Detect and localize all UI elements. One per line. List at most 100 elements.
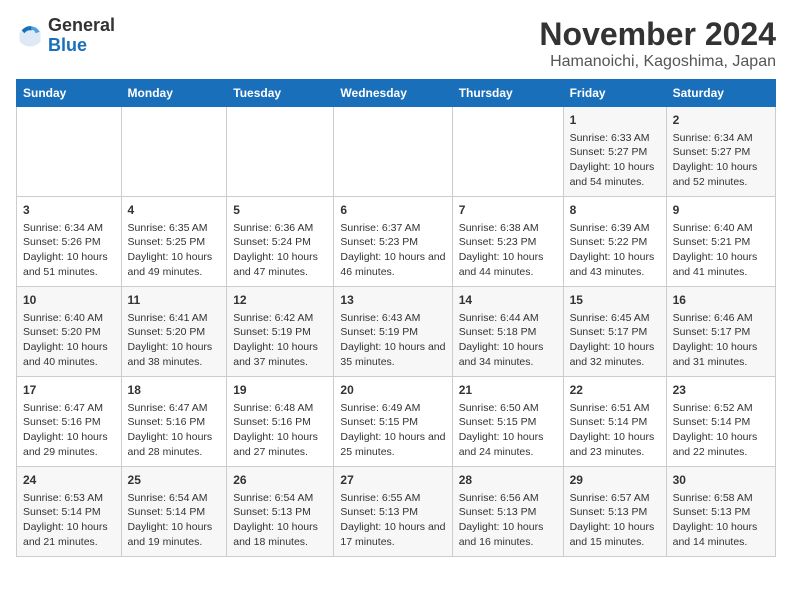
- day-number: 26: [233, 472, 327, 489]
- day-number: 11: [128, 292, 221, 309]
- day-number: 29: [570, 472, 660, 489]
- calendar-cell: 25 Sunrise: 6:54 AMSunset: 5:14 PMDayligh…: [121, 467, 227, 557]
- day-info: Sunrise: 6:46 AMSunset: 5:17 PMDaylight:…: [673, 311, 769, 370]
- day-header: Thursday: [452, 80, 563, 107]
- calendar-cell: [334, 107, 452, 197]
- calendar-cell: 27Sunrise: 6:55 AMSunset: 5:13 PMDayligh…: [334, 467, 452, 557]
- day-number: 20: [340, 382, 445, 399]
- calendar-cell: 26 Sunrise: 6:54 AMSunset: 5:13 PMDayligh…: [227, 467, 334, 557]
- calendar-cell: 23 Sunrise: 6:52 AMSunset: 5:14 PMDayligh…: [666, 377, 775, 467]
- calendar-cell: 2Sunrise: 6:34 AMSunset: 5:27 PMDaylight…: [666, 107, 775, 197]
- calendar-cell: 29 Sunrise: 6:57 AMSunset: 5:13 PMDayligh…: [563, 467, 666, 557]
- header-row: SundayMondayTuesdayWednesdayThursdayFrid…: [17, 80, 776, 107]
- day-info: Sunrise: 6:54 AMSunset: 5:14 PMDaylight:…: [128, 491, 221, 550]
- day-number: 30: [673, 472, 769, 489]
- day-info: Sunrise: 6:36 AMSunset: 5:24 PMDaylight:…: [233, 221, 327, 280]
- calendar-cell: 9Sunrise: 6:40 AMSunset: 5:21 PMDaylight…: [666, 197, 775, 287]
- page-title: November 2024: [539, 16, 776, 53]
- calendar-cell: 5 Sunrise: 6:36 AMSunset: 5:24 PMDaylight…: [227, 197, 334, 287]
- calendar-cell: 10 Sunrise: 6:40 AMSunset: 5:20 PMDayligh…: [17, 287, 122, 377]
- day-info: Sunrise: 6:56 AMSunset: 5:13 PMDaylight:…: [459, 491, 557, 550]
- day-number: 19: [233, 382, 327, 399]
- calendar-cell: [227, 107, 334, 197]
- day-header: Wednesday: [334, 80, 452, 107]
- page-header: General Blue November 2024 Hamanoichi, K…: [16, 16, 776, 71]
- day-number: 7: [459, 202, 557, 219]
- day-info: Sunrise: 6:42 AMSunset: 5:19 PMDaylight:…: [233, 311, 327, 370]
- logo-blue: Blue: [48, 35, 87, 55]
- day-header: Saturday: [666, 80, 775, 107]
- day-info: Sunrise: 6:48 AMSunset: 5:16 PMDaylight:…: [233, 401, 327, 460]
- day-info: Sunrise: 6:47 AMSunset: 5:16 PMDaylight:…: [23, 401, 115, 460]
- calendar-cell: 21Sunrise: 6:50 AMSunset: 5:15 PMDayligh…: [452, 377, 563, 467]
- day-info: Sunrise: 6:38 AMSunset: 5:23 PMDaylight:…: [459, 221, 557, 280]
- logo-general: General: [48, 15, 115, 35]
- calendar-cell: 6Sunrise: 6:37 AMSunset: 5:23 PMDaylight…: [334, 197, 452, 287]
- page-subtitle: Hamanoichi, Kagoshima, Japan: [539, 53, 776, 71]
- day-header: Friday: [563, 80, 666, 107]
- calendar-cell: [452, 107, 563, 197]
- day-info: Sunrise: 6:39 AMSunset: 5:22 PMDaylight:…: [570, 221, 660, 280]
- calendar-table: SundayMondayTuesdayWednesdayThursdayFrid…: [16, 79, 776, 557]
- day-info: Sunrise: 6:45 AMSunset: 5:17 PMDaylight:…: [570, 311, 660, 370]
- day-header: Sunday: [17, 80, 122, 107]
- day-info: Sunrise: 6:58 AMSunset: 5:13 PMDaylight:…: [673, 491, 769, 550]
- calendar-cell: 4Sunrise: 6:35 AMSunset: 5:25 PMDaylight…: [121, 197, 227, 287]
- calendar-cell: 18 Sunrise: 6:47 AMSunset: 5:16 PMDayligh…: [121, 377, 227, 467]
- day-number: 5: [233, 202, 327, 219]
- calendar-cell: 16 Sunrise: 6:46 AMSunset: 5:17 PMDayligh…: [666, 287, 775, 377]
- calendar-cell: 30 Sunrise: 6:58 AMSunset: 5:13 PMDayligh…: [666, 467, 775, 557]
- day-number: 14: [459, 292, 557, 309]
- day-info: Sunrise: 6:49 AMSunset: 5:15 PMDaylight:…: [340, 401, 445, 460]
- logo-text: General Blue: [48, 16, 115, 56]
- calendar-row: 17 Sunrise: 6:47 AMSunset: 5:16 PMDayligh…: [17, 377, 776, 467]
- calendar-cell: 28 Sunrise: 6:56 AMSunset: 5:13 PMDayligh…: [452, 467, 563, 557]
- calendar-cell: 7 Sunrise: 6:38 AMSunset: 5:23 PMDaylight…: [452, 197, 563, 287]
- day-number: 17: [23, 382, 115, 399]
- day-number: 2: [673, 112, 769, 129]
- day-number: 23: [673, 382, 769, 399]
- day-number: 18: [128, 382, 221, 399]
- day-info: Sunrise: 6:41 AMSunset: 5:20 PMDaylight:…: [128, 311, 221, 370]
- day-info: Sunrise: 6:57 AMSunset: 5:13 PMDaylight:…: [570, 491, 660, 550]
- calendar-cell: 13 Sunrise: 6:43 AMSunset: 5:19 PMDayligh…: [334, 287, 452, 377]
- day-number: 13: [340, 292, 445, 309]
- calendar-cell: 14 Sunrise: 6:44 AMSunset: 5:18 PMDayligh…: [452, 287, 563, 377]
- day-number: 1: [570, 112, 660, 129]
- day-number: 25: [128, 472, 221, 489]
- day-number: 15: [570, 292, 660, 309]
- title-block: November 2024 Hamanoichi, Kagoshima, Jap…: [539, 16, 776, 71]
- calendar-cell: 20 Sunrise: 6:49 AMSunset: 5:15 PMDayligh…: [334, 377, 452, 467]
- calendar-cell: [17, 107, 122, 197]
- calendar-cell: 11 Sunrise: 6:41 AMSunset: 5:20 PMDayligh…: [121, 287, 227, 377]
- calendar-cell: [121, 107, 227, 197]
- day-info: Sunrise: 6:47 AMSunset: 5:16 PMDaylight:…: [128, 401, 221, 460]
- calendar-row: 3 Sunrise: 6:34 AMSunset: 5:26 PMDaylight…: [17, 197, 776, 287]
- day-number: 6: [340, 202, 445, 219]
- day-number: 8: [570, 202, 660, 219]
- day-number: 3: [23, 202, 115, 219]
- calendar-cell: 15 Sunrise: 6:45 AMSunset: 5:17 PMDayligh…: [563, 287, 666, 377]
- day-number: 12: [233, 292, 327, 309]
- day-info: Sunrise: 6:40 AMSunset: 5:20 PMDaylight:…: [23, 311, 115, 370]
- logo-icon: [16, 22, 44, 50]
- calendar-cell: 17 Sunrise: 6:47 AMSunset: 5:16 PMDayligh…: [17, 377, 122, 467]
- logo: General Blue: [16, 16, 115, 56]
- day-info: Sunrise: 6:54 AMSunset: 5:13 PMDaylight:…: [233, 491, 327, 550]
- day-info: Sunrise: 6:33 AMSunset: 5:27 PMDaylight:…: [570, 131, 660, 190]
- day-number: 10: [23, 292, 115, 309]
- day-info: Sunrise: 6:44 AMSunset: 5:18 PMDaylight:…: [459, 311, 557, 370]
- calendar-cell: 3 Sunrise: 6:34 AMSunset: 5:26 PMDaylight…: [17, 197, 122, 287]
- calendar-row: 10 Sunrise: 6:40 AMSunset: 5:20 PMDayligh…: [17, 287, 776, 377]
- calendar-cell: 8 Sunrise: 6:39 AMSunset: 5:22 PMDaylight…: [563, 197, 666, 287]
- day-info: Sunrise: 6:53 AMSunset: 5:14 PMDaylight:…: [23, 491, 115, 550]
- calendar-cell: 1 Sunrise: 6:33 AMSunset: 5:27 PMDaylight…: [563, 107, 666, 197]
- calendar-cell: 22Sunrise: 6:51 AMSunset: 5:14 PMDayligh…: [563, 377, 666, 467]
- day-info: Sunrise: 6:43 AMSunset: 5:19 PMDaylight:…: [340, 311, 445, 370]
- day-info: Sunrise: 6:34 AMSunset: 5:26 PMDaylight:…: [23, 221, 115, 280]
- calendar-cell: 24Sunrise: 6:53 AMSunset: 5:14 PMDayligh…: [17, 467, 122, 557]
- day-info: Sunrise: 6:52 AMSunset: 5:14 PMDaylight:…: [673, 401, 769, 460]
- day-number: 28: [459, 472, 557, 489]
- day-number: 16: [673, 292, 769, 309]
- day-header: Monday: [121, 80, 227, 107]
